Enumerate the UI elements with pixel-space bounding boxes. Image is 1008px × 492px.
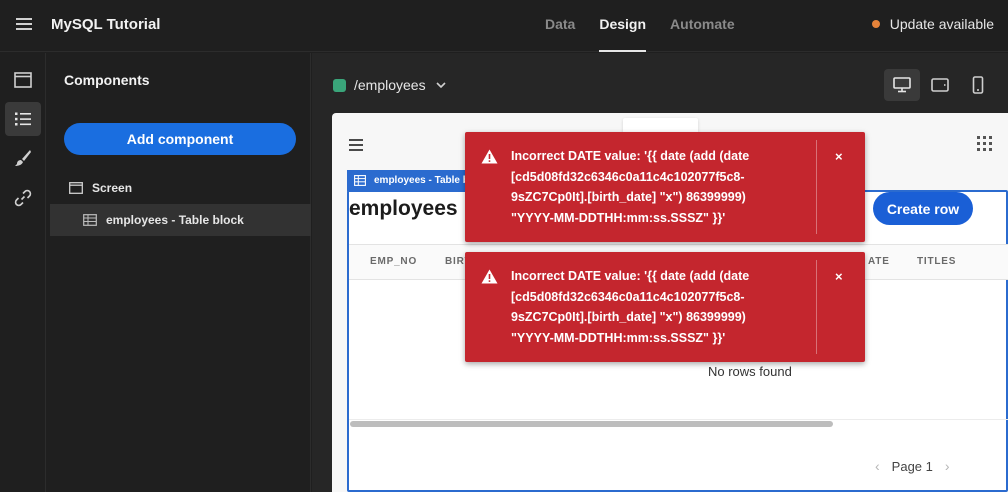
app-title: MySQL Tutorial — [51, 16, 161, 33]
route-color-swatch — [333, 78, 346, 92]
panel-title: Components — [64, 72, 150, 88]
warning-icon — [481, 269, 498, 284]
link-icon — [14, 189, 32, 207]
close-icon[interactable]: × — [835, 269, 843, 284]
tree-item-screen[interactable]: Screen — [50, 172, 311, 204]
screen-icon — [14, 72, 32, 88]
table-block-tag-label: employees - Table b — [374, 175, 467, 186]
desktop-icon — [893, 77, 911, 93]
device-switcher — [882, 69, 996, 101]
toast-divider — [816, 260, 817, 354]
tab-automate[interactable]: Automate — [670, 0, 735, 52]
mobile-preview-button[interactable] — [960, 69, 996, 101]
toast-message-line: [cd5d08fd32c6346c0a11c4c102077f5c8- — [511, 169, 745, 184]
toast-message: Incorrect DATE value: '{{ date (add (dat… — [511, 266, 811, 348]
toast-message-line: "YYYY-MM-DDTHH:mm:ss.SSSZ" }}' — [511, 210, 726, 225]
table-title: employees — [349, 197, 458, 220]
mobile-icon — [972, 76, 984, 94]
desktop-preview-button[interactable] — [884, 69, 920, 101]
toast-message-line: 9sZC7Cp0It].[birth_date] "x") 86399999) — [511, 310, 746, 324]
empty-state-text: No rows found — [708, 364, 792, 379]
screen-icon — [69, 182, 83, 194]
tab-design[interactable]: Design — [599, 0, 647, 52]
list-icon — [15, 112, 31, 126]
toast-divider — [816, 140, 817, 234]
tree-item-label: Screen — [92, 181, 133, 195]
toast-message-line: Incorrect DATE value: '{{ date (add (dat… — [511, 269, 750, 283]
pagination: ‹ Page 1 › — [875, 458, 950, 474]
update-dot-icon — [871, 20, 880, 28]
rail-screens-button[interactable] — [5, 63, 41, 97]
tablet-preview-button[interactable] — [922, 69, 958, 101]
table-icon — [83, 214, 97, 226]
brush-icon — [15, 150, 31, 166]
error-toast: Incorrect DATE value: '{{ date (add (dat… — [465, 132, 865, 242]
update-label: Update available — [889, 16, 994, 32]
chevron-down-icon — [436, 82, 446, 88]
top-nav: Data Design Automate — [545, 0, 759, 52]
warning-icon — [481, 149, 498, 164]
close-icon[interactable]: × — [835, 149, 843, 164]
horizontal-scrollbar[interactable] — [350, 421, 833, 427]
tab-data[interactable]: Data — [545, 0, 575, 52]
tree-item-label: employees - Table block — [106, 213, 244, 227]
error-toast: Incorrect DATE value: '{{ date (add (dat… — [465, 252, 865, 362]
add-component-button[interactable]: Add component — [64, 123, 296, 155]
column-header[interactable]: ATE — [868, 256, 890, 267]
rail-theme-button[interactable] — [5, 141, 41, 175]
prev-page-icon[interactable]: ‹ — [875, 458, 880, 474]
tree-item-table-block[interactable]: employees - Table block — [50, 204, 311, 236]
toast-message-line: "YYYY-MM-DDTHH:mm:ss.SSSZ" }}' — [511, 330, 726, 345]
page-label: Page 1 — [891, 458, 933, 474]
rail-links-button[interactable] — [5, 181, 41, 215]
top-bar: MySQL Tutorial Data Design Automate Upda… — [0, 0, 1008, 52]
left-icon-rail — [0, 53, 46, 492]
table-icon — [354, 175, 366, 186]
update-available-button[interactable]: Update available — [871, 16, 994, 32]
toast-message-line: [cd5d08fd32c6346c0a11c4c102077f5c8- — [511, 289, 745, 304]
route-selector[interactable]: /employees — [333, 77, 446, 93]
hamburger-menu-icon[interactable] — [16, 16, 34, 32]
table-block-tag: employees - Table b — [347, 170, 467, 191]
column-header[interactable]: TITLES — [917, 256, 956, 267]
column-header[interactable]: EMP_NO — [370, 256, 417, 267]
rail-components-button[interactable] — [5, 102, 41, 136]
next-page-icon[interactable]: › — [945, 458, 950, 474]
toast-message-line: Incorrect DATE value: '{{ date (add (dat… — [511, 149, 750, 163]
components-panel: Components Add component Screen employee… — [47, 53, 311, 492]
tablet-icon — [931, 78, 949, 92]
toast-message-line: 9sZC7Cp0It].[birth_date] "x") 86399999) — [511, 190, 746, 204]
route-label: /employees — [354, 77, 426, 93]
toast-message: Incorrect DATE value: '{{ date (add (dat… — [511, 146, 811, 228]
create-row-button[interactable]: Create row — [873, 192, 973, 225]
